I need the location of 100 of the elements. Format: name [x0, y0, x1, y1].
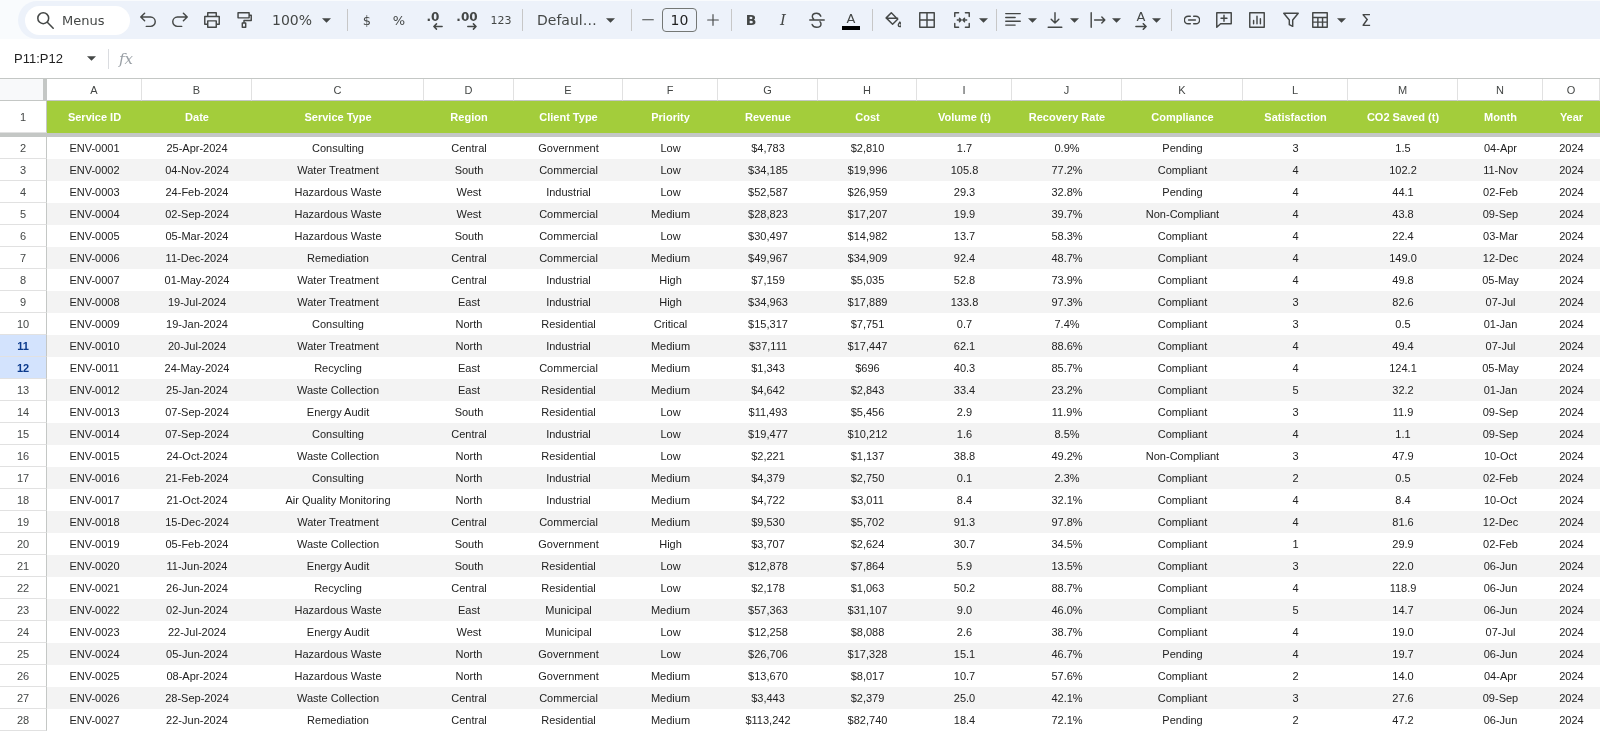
column-heading: Priority	[623, 101, 718, 133]
table-cell: $17,447	[818, 335, 917, 357]
table-cell: 88.6%	[1012, 335, 1122, 357]
table-cell: 11-Jun-2024	[142, 555, 252, 577]
column-letter[interactable]: B	[142, 79, 252, 101]
name-box-field[interactable]: P11:P12	[14, 51, 86, 66]
column-letter[interactable]: N	[1458, 79, 1543, 101]
table-cell: 3	[1243, 555, 1348, 577]
row-number[interactable]: 5	[0, 203, 47, 225]
table-cell: $19,996	[818, 159, 917, 181]
row-number[interactable]: 14	[0, 401, 47, 423]
table-cell: 2024	[1543, 423, 1600, 445]
row-number[interactable]: 11	[0, 335, 47, 357]
row-number[interactable]: 28	[0, 709, 47, 731]
row-number[interactable]: 22	[0, 577, 47, 599]
table-cell: Hazardous Waste	[252, 203, 424, 225]
table-cell: 14.7	[1348, 599, 1458, 621]
column-letter[interactable]: D	[424, 79, 514, 101]
arrow-left-icon	[432, 22, 443, 30]
table-cell: 13.5%	[1012, 555, 1122, 577]
table-cell: ENV-0014	[47, 423, 142, 445]
row-number[interactable]: 7	[0, 247, 47, 269]
row-number[interactable]: 3	[0, 159, 47, 181]
caret-icon	[1112, 17, 1121, 23]
row-number[interactable]: 4	[0, 181, 47, 203]
table-cell: Water Treatment	[252, 335, 424, 357]
table-cell: $9,530	[718, 511, 818, 533]
increase-decimals-button[interactable]: .00	[452, 6, 482, 34]
column-letter[interactable]: F	[623, 79, 718, 101]
table-cell: ENV-0018	[47, 511, 142, 533]
table-cell: ENV-0010	[47, 335, 142, 357]
table-cell: Water Treatment	[252, 511, 424, 533]
row-number[interactable]: 10	[0, 313, 47, 335]
table-cell: Industrial	[514, 467, 623, 489]
table-cell: Commercial	[514, 247, 623, 269]
column-letter[interactable]: C	[252, 79, 424, 101]
table-cell: Water Treatment	[252, 159, 424, 181]
column-letter[interactable]: I	[917, 79, 1012, 101]
text-color-button[interactable]: A	[836, 6, 866, 34]
column-letter[interactable]: J	[1012, 79, 1122, 101]
caret-icon	[1152, 17, 1161, 23]
column-letter[interactable]: O	[1543, 79, 1600, 101]
row-number[interactable]: 9	[0, 291, 47, 313]
row-number[interactable]: 21	[0, 555, 47, 577]
decrease-decimals-button[interactable]: .0	[418, 6, 448, 34]
table-cell: 1.1	[1348, 423, 1458, 445]
table-cell: 09-Sep	[1458, 203, 1543, 225]
table-cell: Compliant	[1122, 467, 1243, 489]
percent-format-button[interactable]: %	[384, 6, 414, 34]
table-cell: Compliant	[1122, 335, 1243, 357]
table-cell: 27.6	[1348, 687, 1458, 709]
caret-icon[interactable]	[87, 56, 96, 61]
row-number[interactable]: 25	[0, 643, 47, 665]
row-number[interactable]: 27	[0, 687, 47, 709]
table-cell: 4	[1243, 159, 1348, 181]
italic-button[interactable]: I	[768, 6, 798, 34]
column-letter[interactable]: K	[1122, 79, 1243, 101]
row-number[interactable]: 1	[0, 101, 47, 133]
row-number[interactable]: 19	[0, 511, 47, 533]
font-size-field[interactable]: 10	[662, 8, 697, 32]
table-cell: 46.0%	[1012, 599, 1122, 621]
column-letter[interactable]: A	[47, 79, 142, 101]
column-letter[interactable]: L	[1243, 79, 1348, 101]
caret-icon	[979, 17, 988, 23]
column-letter[interactable]: H	[818, 79, 917, 101]
arrow-right-icon	[466, 22, 477, 30]
row-number[interactable]: 13	[0, 379, 47, 401]
currency-format-button[interactable]: $	[354, 6, 380, 34]
table-cell: 07-Sep-2024	[142, 423, 252, 445]
table-cell: Low	[623, 555, 718, 577]
row-number[interactable]: 6	[0, 225, 47, 247]
bold-button[interactable]: B	[738, 6, 764, 34]
functions-button[interactable]: Σ	[1352, 6, 1380, 34]
zoom-dropdown[interactable]: 100%	[262, 6, 341, 34]
table-cell: 06-Jun	[1458, 599, 1543, 621]
row-number[interactable]: 26	[0, 665, 47, 687]
search-icon	[37, 11, 54, 29]
column-letter[interactable]: G	[718, 79, 818, 101]
row-number[interactable]: 15	[0, 423, 47, 445]
column-heading: Year	[1543, 101, 1600, 133]
table-cell: Compliant	[1122, 379, 1243, 401]
table-cell: Central	[424, 423, 514, 445]
grid-icon	[919, 12, 935, 28]
table-cell: 12-Dec	[1458, 247, 1543, 269]
text-rotation-button[interactable]: A	[1127, 6, 1165, 34]
row-number[interactable]: 18	[0, 489, 47, 511]
row-number[interactable]: 2	[0, 137, 47, 159]
row-number[interactable]: 23	[0, 599, 47, 621]
row-number[interactable]: 20	[0, 533, 47, 555]
menu-search-field[interactable]: Menus	[25, 5, 130, 35]
row-number[interactable]: 17	[0, 467, 47, 489]
number-format-button[interactable]: 123	[486, 6, 516, 34]
row-number[interactable]: 24	[0, 621, 47, 643]
table-cell: 9.0	[917, 599, 1012, 621]
column-letter[interactable]: E	[514, 79, 623, 101]
row-number[interactable]: 12	[0, 357, 47, 379]
row-number[interactable]: 16	[0, 445, 47, 467]
row-number[interactable]: 8	[0, 269, 47, 291]
font-dropdown[interactable]: Defaul…	[529, 6, 625, 34]
column-letter[interactable]: M	[1348, 79, 1458, 101]
